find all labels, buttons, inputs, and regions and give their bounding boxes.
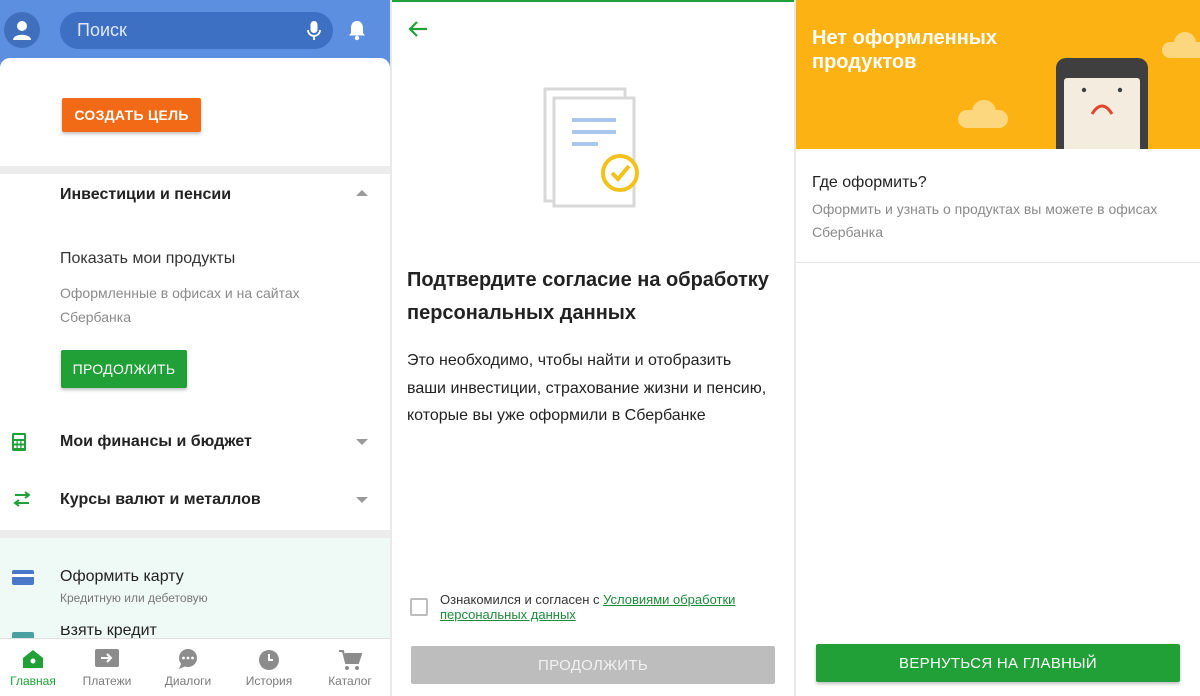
divider [796, 262, 1200, 263]
screens-collage: Поиск СОЗДАТЬ ЦЕЛЬ Инвестиции и пенсии П… [0, 0, 1200, 696]
tab-label: История [245, 674, 293, 688]
back-arrow-icon[interactable] [408, 20, 428, 38]
tab-payments[interactable]: Платежи [68, 639, 146, 696]
chevron-down-icon[interactable] [356, 497, 368, 503]
home-icon [23, 650, 43, 668]
tab-label: Платежи [82, 674, 132, 688]
consent-continue-button[interactable]: ПРОДОЛЖИТЬ [411, 646, 775, 684]
search-placeholder: Поиск [77, 20, 127, 40]
chevron-up-icon[interactable] [356, 190, 368, 196]
chevron-down-icon[interactable] [356, 439, 368, 445]
where-answer: Оформить и узнать о продуктах вы можете … [812, 201, 1158, 240]
consent-title: Подтвердите согласие на обработку персон… [407, 269, 769, 324]
credit-card-icon [12, 570, 34, 585]
tab-catalog[interactable]: Каталог [311, 639, 389, 696]
avatar[interactable] [4, 12, 40, 48]
bell-icon[interactable] [347, 19, 367, 41]
tab-history[interactable]: История [230, 639, 308, 696]
clock-icon [259, 650, 279, 670]
cloud-decoration [972, 100, 996, 124]
return-home-button[interactable]: ВЕРНУТЬСЯ НА ГЛАВНЫЙ [816, 644, 1180, 682]
investments-title[interactable]: Инвестиции и пенсии [60, 186, 231, 204]
consent-checkbox[interactable] [410, 598, 428, 616]
home-content: СОЗДАТЬ ЦЕЛЬ Инвестиции и пенсии Показат… [0, 58, 390, 638]
chat-icon [179, 649, 197, 669]
investments-subtitle: Оформленные в офисах и на сайтах Сбербан… [60, 285, 300, 325]
consent-screen: Подтвердите согласие на обработку персон… [392, 0, 794, 696]
document-check-icon [543, 87, 639, 208]
payments-icon [95, 649, 119, 667]
where-question: Где оформить? [812, 174, 927, 191]
consent-prefix: Ознакомился и согласен с [440, 592, 604, 607]
home-screen: Поиск СОЗДАТЬ ЦЕЛЬ Инвестиции и пенсии П… [0, 0, 390, 696]
cart-icon [339, 650, 362, 670]
promo-subtitle: Кредитную или дебетовую [60, 591, 208, 605]
tab-dialogs[interactable]: Диалоги [149, 639, 227, 696]
consent-checkbox-label: Ознакомился и согласен с Условиями обраб… [440, 592, 760, 622]
tab-label: Главная [10, 674, 56, 688]
cloud-decoration [1174, 32, 1196, 54]
no-products-screen: Нет оформленных продуктов Где оформить? … [796, 0, 1200, 696]
microphone-icon[interactable] [307, 20, 321, 42]
investments-continue-button[interactable]: ПРОДОЛЖИТЬ [61, 350, 187, 388]
show-products-label: Показать мои продукты [60, 250, 236, 267]
calculator-icon [12, 433, 26, 451]
user-icon [13, 21, 31, 40]
sad-phone-illustration [1056, 58, 1148, 149]
section-divider [0, 166, 390, 174]
empty-banner: Нет оформленных продуктов [796, 0, 1200, 149]
search-input[interactable]: Поиск [60, 12, 333, 49]
consent-body: Это необходимо, чтобы найти и отобразить… [407, 352, 767, 424]
bottom-navigation: Главная Платежи Диалоги История Каталог [0, 638, 390, 696]
exchange-icon [13, 491, 31, 507]
promo-next-item[interactable]: Взять кредит [60, 626, 170, 638]
promo-title[interactable]: Оформить карту [60, 568, 184, 586]
tab-label: Каталог [328, 674, 372, 688]
tab-label: Диалоги [164, 674, 212, 688]
phone-screen [1064, 78, 1140, 149]
section-divider [0, 530, 390, 538]
promo-block[interactable]: Оформить карту Кредитную или дебетовую В… [0, 538, 390, 638]
create-goal-button[interactable]: СОЗДАТЬ ЦЕЛЬ [62, 98, 201, 132]
finances-title[interactable]: Мои финансы и бюджет [60, 433, 252, 451]
rates-title[interactable]: Курсы валют и металлов [60, 491, 261, 509]
sad-face-icon [1081, 87, 1123, 115]
banner-title: Нет оформленных продуктов [812, 27, 997, 73]
tab-home[interactable]: Главная [0, 639, 72, 696]
